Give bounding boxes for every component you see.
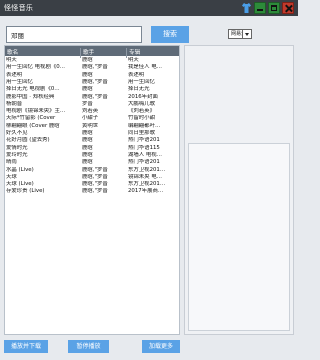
song-name: 水晶 (Live) (6, 166, 34, 173)
song-artist: 鹿晗,"罗晋 (82, 173, 108, 180)
song-name: 用一生回忆 (6, 78, 33, 85)
song-artist: 鹿晗 (82, 159, 93, 166)
song-name: 用一生回忆 电视剧《0… (6, 64, 66, 71)
chevron-down-icon[interactable] (242, 29, 252, 39)
table-row[interactable]: 爱情时光 鹿晗 热门华语115 (5, 145, 179, 152)
table-row[interactable]: 爱玲时光 鹿晗 湖墙人 电视… (5, 152, 179, 159)
table-row[interactable]: 花好月圆 (望去秀) 鹿晗 热门华语201 (5, 137, 179, 144)
table-row[interactable]: 好久不见 鹿晗 同日里那歌 (5, 130, 179, 137)
song-name: 天球 (6, 173, 17, 180)
song-artist: 鹿晗 (82, 71, 93, 78)
song-name: 择日无光 电视剧《0… (6, 86, 60, 93)
table-row[interactable]: 鹿影中国 · 郑秋经典 鹿晗,"罗晋 2016年封面 (5, 94, 179, 101)
song-album: 2016年封面 (128, 93, 158, 100)
song-album: 镜锦未央 电… (128, 173, 163, 180)
minimize-icon[interactable] (254, 2, 266, 14)
song-album: 2017年展商… (128, 188, 164, 195)
song-artist: 鹿晗,"罗晋 (82, 166, 108, 173)
table-row[interactable]: 择日无光 电视剧《0… 鹿晗 择日无光 (5, 86, 179, 93)
table-row[interactable]: 存爱珍贵 (Live) 鹿晗,"罗晋 2017年展商… (5, 188, 179, 195)
title-bar: 怪怪音乐 (0, 0, 298, 16)
song-artist: 鹿晗 (82, 86, 93, 93)
column-header-album[interactable]: 专辑 (129, 48, 140, 56)
song-name: 鹿影中国 · 郑秋经典 (6, 93, 55, 100)
song-name: 好久不见 (6, 130, 28, 136)
table-row[interactable]: 柳翩翩眼 (Cover 鹿晗 黄明世 编翩翩都叶… (5, 123, 179, 130)
close-icon[interactable] (282, 2, 294, 14)
lyrics-area (188, 143, 290, 331)
song-album: 编翩翩都叶… (128, 122, 161, 129)
song-artist: 鹿晗 (82, 130, 93, 136)
column-header-artist[interactable]: 歌手 (83, 48, 94, 56)
table-row[interactable]: 天球 鹿晗,"罗晋 镜锦未央 电… (5, 174, 179, 181)
table-row[interactable]: 晴雨 鹿晗 热门华语201 (5, 159, 179, 166)
song-name: 爱情时光 (6, 144, 28, 151)
song-artist: 鹿晗 (82, 144, 93, 151)
right-panel (184, 45, 294, 335)
song-artist: 刘若英 (82, 108, 99, 115)
song-name: 晴雨 (6, 159, 17, 166)
song-album: 大鹏嗨儿歌 (128, 100, 155, 107)
song-artist: 鹿晗 (82, 151, 93, 158)
table-row[interactable]: 水晶 (Live) 鹿晗,"罗晋 东方卫视201… (5, 167, 179, 174)
song-album: 东方卫视201… (128, 181, 166, 188)
song-name: 杨朝晋 (6, 100, 23, 107)
song-artist: 鹿晗,"罗晋 (82, 93, 108, 100)
maximize-icon[interactable] (268, 2, 280, 14)
song-artist: 鹿晗 (82, 137, 93, 144)
table-row[interactable]: 天球 (Live) 鹿晗,"罗晋 东方卫视201… (5, 181, 179, 188)
song-name: 柳翩翩眼 (Cover 鹿晗 (6, 122, 60, 129)
song-album: 用一生回忆 (128, 78, 155, 85)
song-album: 竹留时小甜 (128, 115, 155, 122)
song-artist: 鹿晗,"罗晋 (82, 78, 108, 85)
song-album: 热门华语115 (128, 144, 160, 151)
shirt-icon[interactable] (242, 3, 251, 13)
song-album: 东方卫视201… (128, 166, 166, 173)
song-name: 明天 (6, 57, 17, 63)
song-album: 表述明 (128, 71, 145, 78)
table-row[interactable]: 杨朝晋 罗晋 大鹏嗨儿歌 (5, 101, 179, 108)
song-album: 同日里那歌 (128, 130, 155, 136)
table-row[interactable]: 天际*竹留影 (Cover 小甜子 竹留时小甜 (5, 115, 179, 122)
song-artist: 鹿晗,"罗晋 (82, 64, 108, 71)
play-download-button[interactable]: 播放并下载 (4, 340, 48, 353)
song-album: 热门华语201 (128, 137, 160, 144)
song-artist: 鹿晗,"罗晋 (82, 188, 108, 195)
song-artist: 罗晋 (82, 100, 93, 107)
song-name: 表述明 (6, 71, 23, 78)
table-row[interactable]: 电视剧《镜锦未央》主… 刘若英 《刘若英》 (5, 108, 179, 115)
song-album: 明天 (128, 57, 139, 63)
load-more-button[interactable]: 加载更多 (142, 340, 180, 353)
search-button[interactable]: 搜索 (151, 26, 189, 43)
pause-button[interactable]: 暂停播放 (68, 340, 109, 353)
table-row[interactable]: 用一生回忆 电视剧《0… 鹿晗,"罗晋 我是佳人 电… (5, 64, 179, 71)
song-name: 爱玲时光 (6, 151, 28, 158)
song-album: 我是佳人 电… (128, 64, 163, 71)
table-row[interactable]: 用一生回忆 鹿晗,"罗晋 用一生回忆 (5, 79, 179, 86)
table-row[interactable]: 明天 鹿晗 明天 (5, 57, 179, 64)
song-name: 天球 (Live) (6, 181, 34, 188)
song-name: 天际*竹留影 (Cover (6, 115, 56, 122)
song-artist: 小甜子 (82, 115, 99, 122)
song-album: 择日无光 (128, 86, 150, 93)
song-artist: 黄明世 (82, 122, 99, 129)
app-title: 怪怪音乐 (4, 4, 34, 12)
table-row[interactable]: 表述明 鹿晗 表述明 (5, 72, 179, 79)
song-album: 热门华语201 (128, 159, 160, 166)
search-input[interactable] (6, 26, 142, 43)
song-name: 电视剧《镜锦未央》主… (6, 108, 66, 115)
song-artist: 鹿晗,"罗晋 (82, 181, 108, 188)
song-artist: 鹿晗 (82, 57, 93, 63)
song-name: 存爱珍贵 (Live) (6, 188, 45, 195)
song-list[interactable]: 歌名 歌手 专辑 明天 鹿晗 明天 用一生回忆 电视剧《0… 鹿晗,"罗晋 我是佳人 电…… (4, 45, 180, 335)
song-name: 花好月圆 (望去秀) (6, 137, 50, 144)
song-album: 《刘若英》 (128, 108, 155, 115)
list-header: 歌名 歌手 专辑 (5, 46, 179, 58)
column-header-name[interactable]: 歌名 (7, 48, 18, 56)
song-album: 湖墙人 电视… (128, 151, 163, 158)
